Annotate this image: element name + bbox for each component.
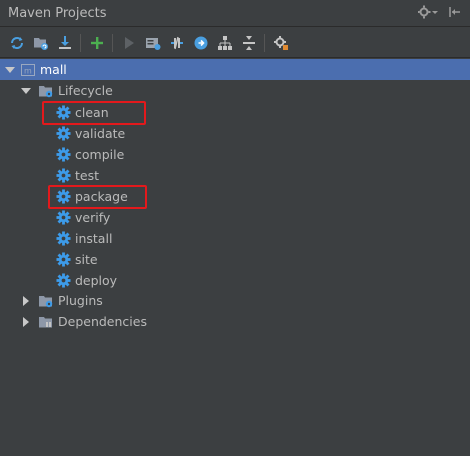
maven-toolbar [0,28,470,58]
tree-node-label: compile [75,147,125,162]
lifecycle-folder-icon [38,83,54,99]
tree-node-goal-install[interactable]: install [0,228,470,249]
run-maven-build-icon[interactable] [118,32,139,53]
tree-node-project[interactable]: m mall [0,59,470,80]
toolbar-separator [80,33,81,52]
tree-node-label: Plugins [58,293,103,308]
tree-node-label: deploy [75,273,118,288]
toolbar-separator [112,33,113,52]
tree-node-goal-compile[interactable]: compile [0,144,470,165]
plugins-folder-icon [38,293,54,309]
tool-window-header: Maven Projects [0,0,470,27]
goal-gear-icon [55,231,71,247]
tree-node-goal-validate[interactable]: validate [0,123,470,144]
dependencies-folder-icon [38,314,54,330]
goal-gear-icon [55,210,71,226]
show-dependencies-icon[interactable] [214,32,235,53]
execute-goal-icon[interactable] [142,32,163,53]
goal-gear-icon [55,147,71,163]
add-maven-project-icon[interactable] [86,32,107,53]
tree-node-goal-site[interactable]: site [0,249,470,270]
goal-gear-icon [55,273,71,289]
tree-node-lifecycle[interactable]: Lifecycle [0,80,470,101]
tree-node-label: Dependencies [58,314,147,329]
tree-node-label: validate [75,126,126,141]
reimport-icon[interactable] [6,32,27,53]
collapse-arrow-icon[interactable] [20,295,32,307]
tool-window-title: Maven Projects [8,6,107,21]
tree-node-goal-test[interactable]: test [0,165,470,186]
tree-node-label: site [75,252,98,267]
hide-panel-icon[interactable] [448,5,462,22]
tree-node-plugins[interactable]: Plugins [0,290,470,311]
skip-tests-icon[interactable] [190,32,211,53]
svg-text:m: m [24,66,32,75]
toolbar-separator [264,33,265,52]
goal-gear-icon [55,168,71,184]
collapse-arrow-icon[interactable] [20,316,32,328]
tree-node-label: mall [40,62,67,77]
tree-node-label: Lifecycle [58,83,113,98]
toggle-offline-icon[interactable] [166,32,187,53]
maven-project-icon: m [20,62,36,78]
tree-node-dependencies[interactable]: Dependencies [0,311,470,332]
goal-gear-icon [55,252,71,268]
goal-gear-icon [55,126,71,142]
tree-node-label: test [75,168,100,183]
tree-node-goal-verify[interactable]: verify [0,207,470,228]
maven-projects-tree: m mall Lifecycle clean validate compile tes… [0,58,470,456]
download-sources-icon[interactable] [54,32,75,53]
tree-node-label: install [75,231,113,246]
expand-arrow-icon[interactable] [4,64,16,76]
collapse-all-icon[interactable] [238,32,259,53]
expand-arrow-icon[interactable] [20,85,32,97]
settings-gear-icon[interactable] [417,5,438,22]
tree-node-goal-deploy[interactable]: deploy [0,270,470,291]
tree-node-label: verify [75,210,111,225]
maven-settings-icon[interactable] [270,32,291,53]
highlight-box-package [48,185,147,209]
generate-sources-icon[interactable] [30,32,51,53]
highlight-box-clean [42,101,146,125]
